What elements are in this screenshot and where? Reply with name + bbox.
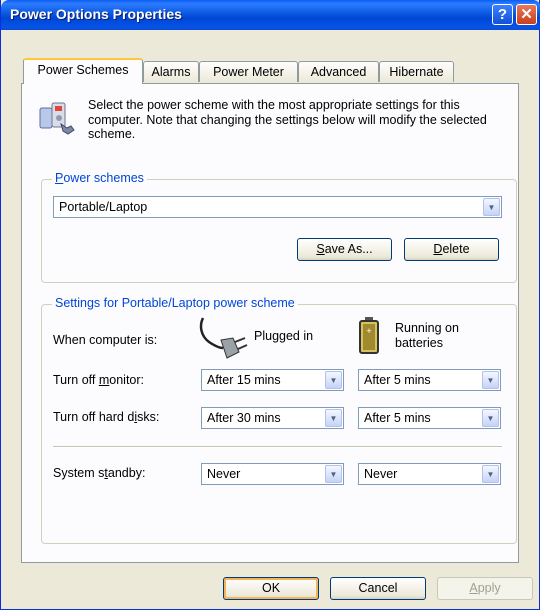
tab-label: Advanced <box>310 65 367 79</box>
chevron-down-icon[interactable]: ▼ <box>482 371 499 389</box>
close-icon: ✕ <box>520 6 533 23</box>
intro-text: Select the power scheme with the most ap… <box>88 98 487 141</box>
tab-alarms[interactable]: Alarms <box>143 61 199 82</box>
select-value: After 5 mins <box>364 373 431 387</box>
monitor-battery-select[interactable]: After 5 mins ▼ <box>358 369 501 391</box>
close-button[interactable]: ✕ <box>516 4 537 25</box>
chevron-down-icon[interactable]: ▼ <box>482 465 499 483</box>
hard-disks-plugged-select[interactable]: After 30 mins ▼ <box>201 407 344 429</box>
save-as-button[interactable]: Save As... <box>297 238 392 261</box>
tab-hibernate[interactable]: Hibernate <box>379 61 454 82</box>
when-computer-is-label: When computer is: <box>53 333 158 347</box>
power-schemes-group <box>41 179 517 283</box>
tab-power-schemes[interactable]: Power Schemes <box>23 58 143 84</box>
help-icon: ? <box>497 6 508 23</box>
chevron-down-icon[interactable]: ▼ <box>325 409 342 427</box>
select-value: After 15 mins <box>207 373 281 387</box>
power-scheme-value: Portable/Laptop <box>59 200 148 214</box>
standby-battery-select[interactable]: Never ▼ <box>358 463 501 485</box>
tab-label: Power Meter <box>213 65 284 79</box>
chevron-down-icon[interactable]: ▼ <box>325 371 342 389</box>
settings-divider <box>53 446 502 448</box>
cancel-button[interactable]: Cancel <box>330 577 426 600</box>
tab-label: Power Schemes <box>37 63 129 77</box>
tab-advanced[interactable]: Advanced <box>298 61 379 82</box>
power-schemes-group-label: Power schemes <box>52 171 147 185</box>
select-value: After 5 mins <box>364 411 431 425</box>
tab-label: Hibernate <box>389 65 444 79</box>
chevron-down-icon[interactable]: ▼ <box>483 198 500 216</box>
tab-power-meter[interactable]: Power Meter <box>199 61 298 82</box>
select-value: Never <box>364 467 398 481</box>
power-plug-icon <box>199 317 248 359</box>
title-bar[interactable]: Power Options Properties ? ✕ <box>1 0 540 30</box>
tab-label: Alarms <box>151 65 191 79</box>
standby-plugged-select[interactable]: Never ▼ <box>201 463 344 485</box>
power-options-window: Power Options Properties ? ✕ Power Schem… <box>0 0 540 610</box>
system-standby-label: System standby: <box>53 466 146 480</box>
svg-text:+: + <box>366 326 371 336</box>
settings-group-label: Settings for Portable/Laptop power schem… <box>52 296 298 310</box>
chevron-down-icon[interactable]: ▼ <box>482 409 499 427</box>
ok-button[interactable]: OK <box>223 577 319 600</box>
power-scheme-select[interactable]: Portable/Laptop ▼ <box>53 196 502 218</box>
monitor-plugged-select[interactable]: After 15 mins ▼ <box>201 369 344 391</box>
power-scheme-icon <box>39 102 75 135</box>
select-value: After 30 mins <box>207 411 281 425</box>
hard-disks-battery-select[interactable]: After 5 mins ▼ <box>358 407 501 429</box>
running-on-batteries-label: Running on batteries <box>395 321 459 350</box>
apply-button[interactable]: Apply <box>437 577 533 600</box>
turn-off-monitor-label: Turn off monitor: <box>53 373 145 387</box>
delete-button[interactable]: Delete <box>404 238 499 261</box>
turn-off-hard-disks-label: Turn off hard disks: <box>53 410 160 424</box>
window-title: Power Options Properties <box>10 6 182 22</box>
battery-icon: + <box>359 317 379 354</box>
select-value: Never <box>207 467 241 481</box>
chevron-down-icon[interactable]: ▼ <box>325 465 342 483</box>
help-button[interactable]: ? <box>492 4 513 25</box>
plugged-in-label: Plugged in <box>254 329 314 343</box>
